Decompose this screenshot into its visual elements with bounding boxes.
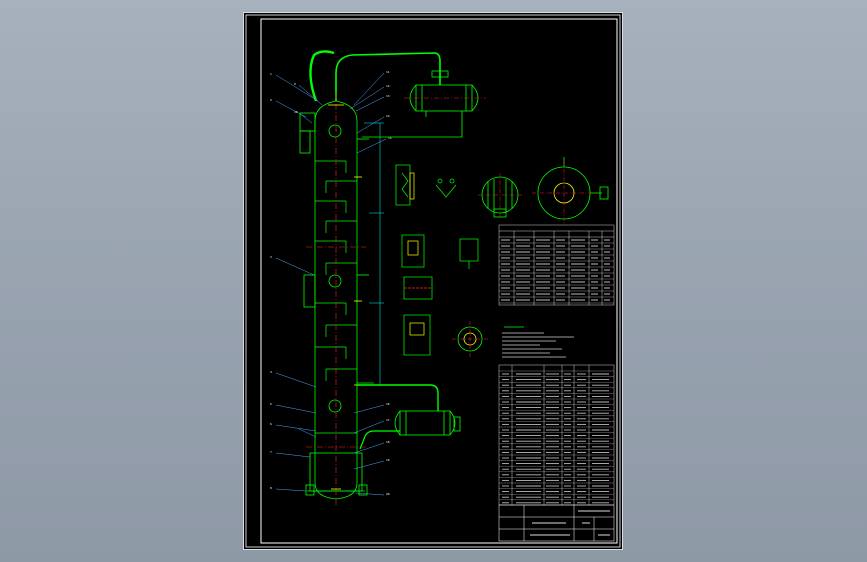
svg-text:9: 9 — [294, 82, 296, 86]
svg-text:19: 19 — [386, 458, 390, 462]
engineering-drawing: 12 34 56 78 910 1112 1314 1516 1718 1920 — [245, 14, 621, 548]
condenser-icon — [362, 70, 479, 138]
svg-text:1: 1 — [270, 72, 272, 76]
svg-text:12: 12 — [386, 84, 390, 88]
dimension-lines — [364, 122, 384, 386]
svg-text:2: 2 — [270, 98, 272, 102]
technical-notes — [502, 326, 574, 358]
svg-text:20: 20 — [386, 492, 390, 496]
svg-text:7: 7 — [270, 450, 272, 454]
svg-text:8: 8 — [270, 486, 272, 490]
svg-text:10: 10 — [294, 110, 298, 114]
reboiler-icon — [357, 384, 461, 450]
drawing-sheet: 12 34 56 78 9 10 11 12 13 14 15 16 17 18 19 20 — [243, 12, 623, 550]
svg-text:18: 18 — [386, 440, 390, 444]
svg-text:3: 3 — [270, 255, 272, 259]
svg-text:5: 5 — [270, 402, 272, 406]
svg-text:6: 6 — [270, 422, 272, 426]
svg-text:11: 11 — [386, 70, 390, 74]
outer-frame — [245, 14, 621, 548]
svg-text:4: 4 — [270, 370, 272, 374]
leader-tags: 12 34 56 78 910 1112 1314 1516 1718 1920 — [270, 70, 392, 496]
svg-text:17: 17 — [386, 418, 390, 422]
svg-text:16: 16 — [386, 402, 390, 406]
manway-section-icon — [457, 157, 609, 352]
title-block-marks — [530, 510, 610, 536]
svg-text:13: 13 — [386, 94, 390, 98]
svg-text:14: 14 — [386, 114, 390, 118]
nozzle-table — [498, 224, 615, 306]
flange-detail-icon — [395, 164, 479, 356]
right-leaders — [349, 72, 387, 496]
parts-list-table — [498, 364, 615, 506]
